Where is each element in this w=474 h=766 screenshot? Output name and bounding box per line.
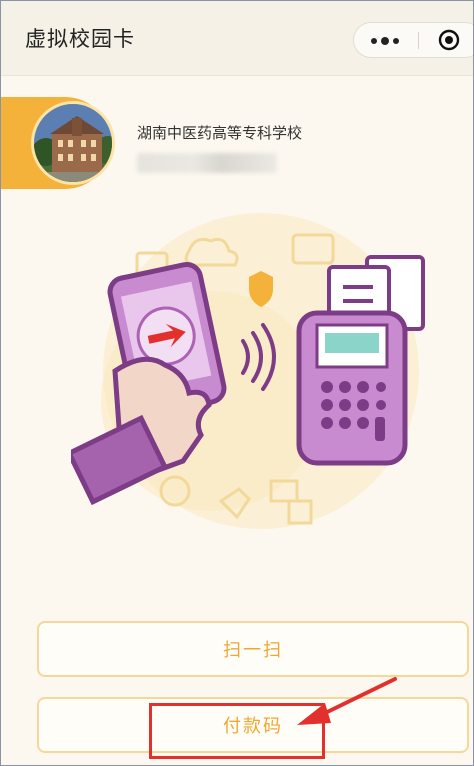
masked-account-number <box>137 153 277 173</box>
title-bar: 虚拟校园卡 <box>1 1 473 76</box>
scan-button[interactable]: 扫一扫 <box>37 621 469 677</box>
app-frame: 虚拟校园卡 湖南中医药高等专科学校 扫一扫 付款码 <box>0 0 474 766</box>
phone-payment-illustration <box>71 213 425 529</box>
school-name: 湖南中医药高等专科学校 <box>137 124 303 142</box>
more-dots-icon <box>371 37 399 45</box>
page-title: 虚拟校园卡 <box>25 27 135 51</box>
mini-program-capsule <box>353 22 473 58</box>
target-close-icon <box>438 29 460 51</box>
capsule-divider <box>418 32 419 49</box>
school-avatar <box>31 101 115 185</box>
more-menu-button[interactable] <box>354 23 416 57</box>
annotation-arrow-icon <box>297 677 397 725</box>
close-mini-program-button[interactable] <box>434 23 473 57</box>
